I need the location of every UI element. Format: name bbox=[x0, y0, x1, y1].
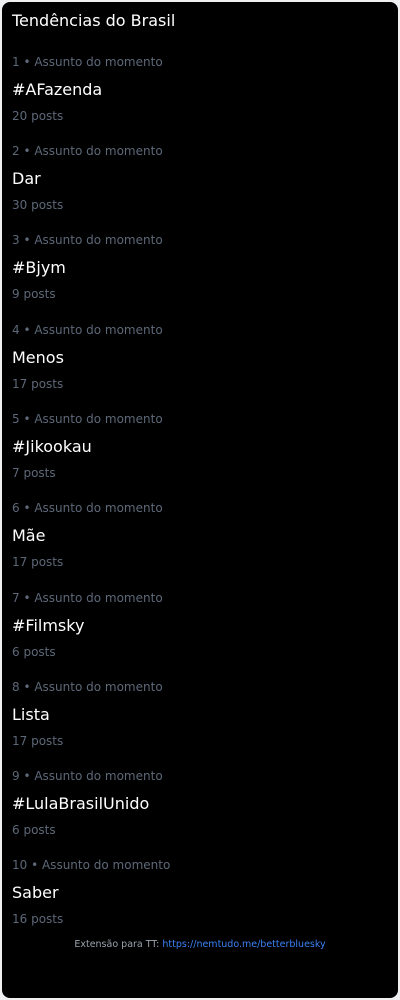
trend-item[interactable]: 8 • Assunto do momento Lista 17 posts bbox=[12, 679, 392, 768]
trends-panel: Tendências do Brasil 1 • Assunto do mome… bbox=[2, 2, 398, 998]
trend-item[interactable]: 2 • Assunto do momento Dar 30 posts bbox=[12, 143, 392, 232]
trend-post-count: 17 posts bbox=[12, 377, 64, 391]
trend-name: Lista bbox=[12, 705, 50, 724]
trend-post-count: 9 posts bbox=[12, 287, 56, 301]
trend-post-count: 16 posts bbox=[12, 912, 64, 926]
extension-footer: Extensão para TT: https://nemtudo.me/bet… bbox=[2, 938, 398, 952]
trend-name: #Bjym bbox=[12, 258, 66, 277]
trend-post-count: 6 posts bbox=[12, 823, 56, 837]
trend-rank: 1 • Assunto do momento bbox=[12, 55, 163, 69]
trend-item[interactable]: 3 • Assunto do momento #Bjym 9 posts bbox=[12, 232, 392, 321]
trend-rank: 5 • Assunto do momento bbox=[12, 412, 163, 426]
trend-item[interactable]: 6 • Assunto do momento Mãe 17 posts bbox=[12, 500, 392, 589]
trend-rank: 7 • Assunto do momento bbox=[12, 591, 163, 605]
trend-rank: 9 • Assunto do momento bbox=[12, 769, 163, 783]
footer-label: Extensão para TT: bbox=[74, 939, 163, 950]
trend-post-count: 17 posts bbox=[12, 734, 64, 748]
trend-post-count: 17 posts bbox=[12, 555, 64, 569]
trend-name: #Jikookau bbox=[12, 437, 92, 456]
trend-name: Mãe bbox=[12, 526, 46, 545]
trend-name: Dar bbox=[12, 169, 41, 188]
trend-rank: 2 • Assunto do momento bbox=[12, 144, 163, 158]
trend-post-count: 20 posts bbox=[12, 109, 64, 123]
trend-item[interactable]: 7 • Assunto do momento #Filmsky 6 posts bbox=[12, 590, 392, 679]
trend-name: #AFazenda bbox=[12, 80, 103, 99]
trend-name: Saber bbox=[12, 883, 59, 902]
trend-item[interactable]: 1 • Assunto do momento #AFazenda 20 post… bbox=[12, 54, 392, 143]
footer-link[interactable]: https://nemtudo.me/betterbluesky bbox=[162, 939, 325, 950]
trend-item[interactable]: 9 • Assunto do momento #LulaBrasilUnido … bbox=[12, 768, 392, 857]
trend-rank: 6 • Assunto do momento bbox=[12, 501, 163, 515]
trend-rank: 10 • Assunto do momento bbox=[12, 858, 171, 872]
trend-name: #LulaBrasilUnido bbox=[12, 794, 150, 813]
panel-title: Tendências do Brasil bbox=[12, 11, 176, 30]
trend-name: #Filmsky bbox=[12, 616, 85, 635]
trend-item[interactable]: 4 • Assunto do momento Menos 17 posts bbox=[12, 322, 392, 411]
trend-rank: 4 • Assunto do momento bbox=[12, 323, 163, 337]
trend-post-count: 30 posts bbox=[12, 198, 64, 212]
trend-rank: 3 • Assunto do momento bbox=[12, 233, 163, 247]
trend-rank: 8 • Assunto do momento bbox=[12, 680, 163, 694]
trend-name: Menos bbox=[12, 348, 64, 367]
trend-item[interactable]: 5 • Assunto do momento #Jikookau 7 posts bbox=[12, 411, 392, 500]
trend-item[interactable]: 10 • Assunto do momento Saber 16 posts bbox=[12, 857, 392, 946]
trend-post-count: 6 posts bbox=[12, 645, 56, 659]
trend-post-count: 7 posts bbox=[12, 466, 56, 480]
